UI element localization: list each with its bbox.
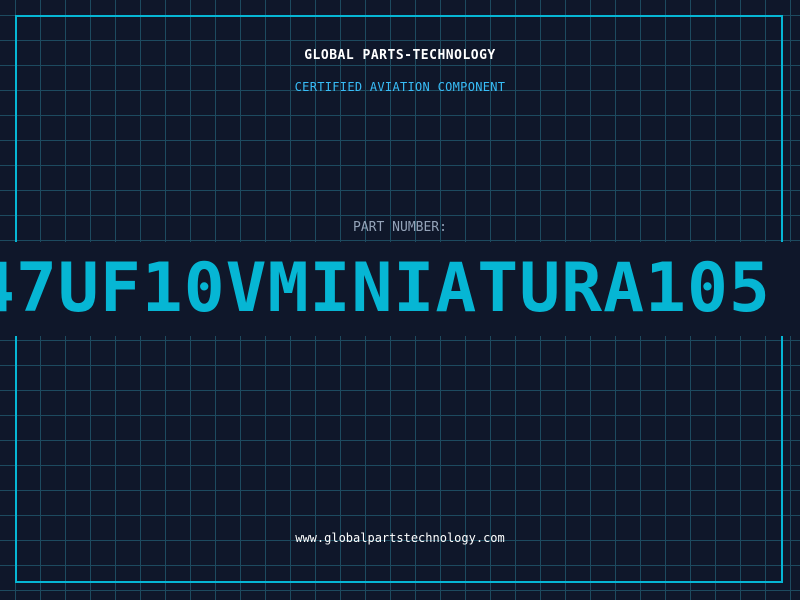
- certification-subtitle: CERTIFIED AVIATION COMPONENT: [294, 80, 506, 94]
- company-name: GLOBAL PARTS-TECHNOLOGY: [304, 48, 496, 63]
- certificate-page: GLOBAL PARTS-TECHNOLOGY CERTIFIED AVIATI…: [0, 0, 800, 600]
- part-number-value: 47UF10VMINIATURA105: [0, 249, 771, 328]
- website-url: www.globalpartstechnology.com: [295, 531, 505, 545]
- part-number-band: 47UF10VMINIATURA105: [0, 242, 800, 336]
- part-number-label: PART NUMBER:: [353, 220, 447, 235]
